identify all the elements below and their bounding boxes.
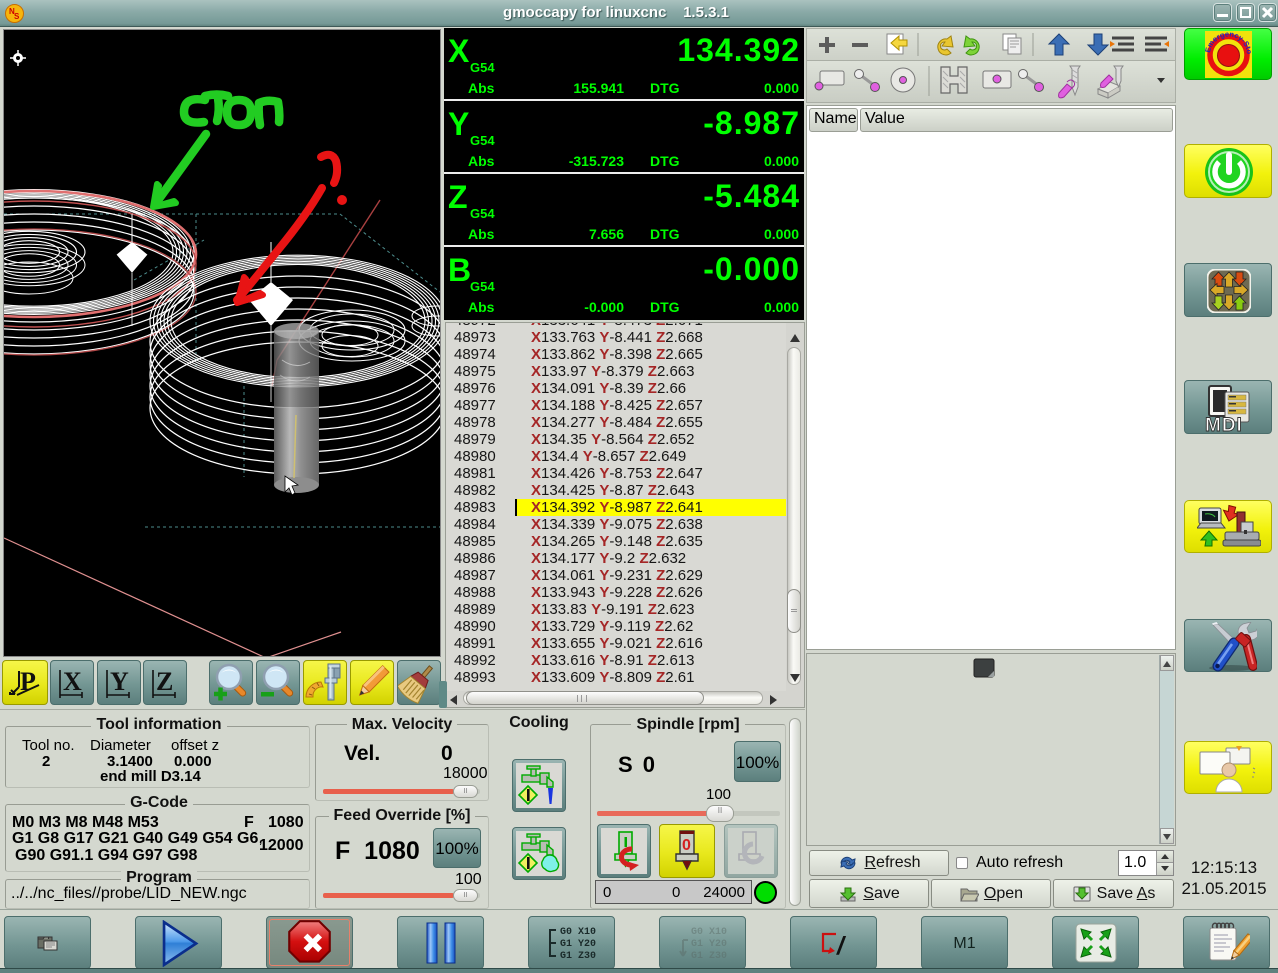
svg-text:/: /	[836, 932, 847, 960]
svg-text:G1 Y20: G1 Y20	[560, 939, 596, 950]
svg-text:G1 Z30: G1 Z30	[560, 951, 596, 962]
svg-text:Z: Z	[156, 667, 173, 696]
svg-text:G1 Z30: G1 Z30	[691, 951, 727, 962]
svg-text:G1 Y20: G1 Y20	[691, 939, 727, 950]
svg-text:X: X	[63, 667, 82, 696]
svg-text:G0 X10: G0 X10	[691, 927, 727, 938]
svg-text:Y: Y	[110, 667, 129, 696]
svg-text:G0 X10: G0 X10	[560, 927, 596, 938]
svg-text:MDI: MDI	[1205, 415, 1243, 432]
svg-text:0: 0	[682, 837, 691, 854]
